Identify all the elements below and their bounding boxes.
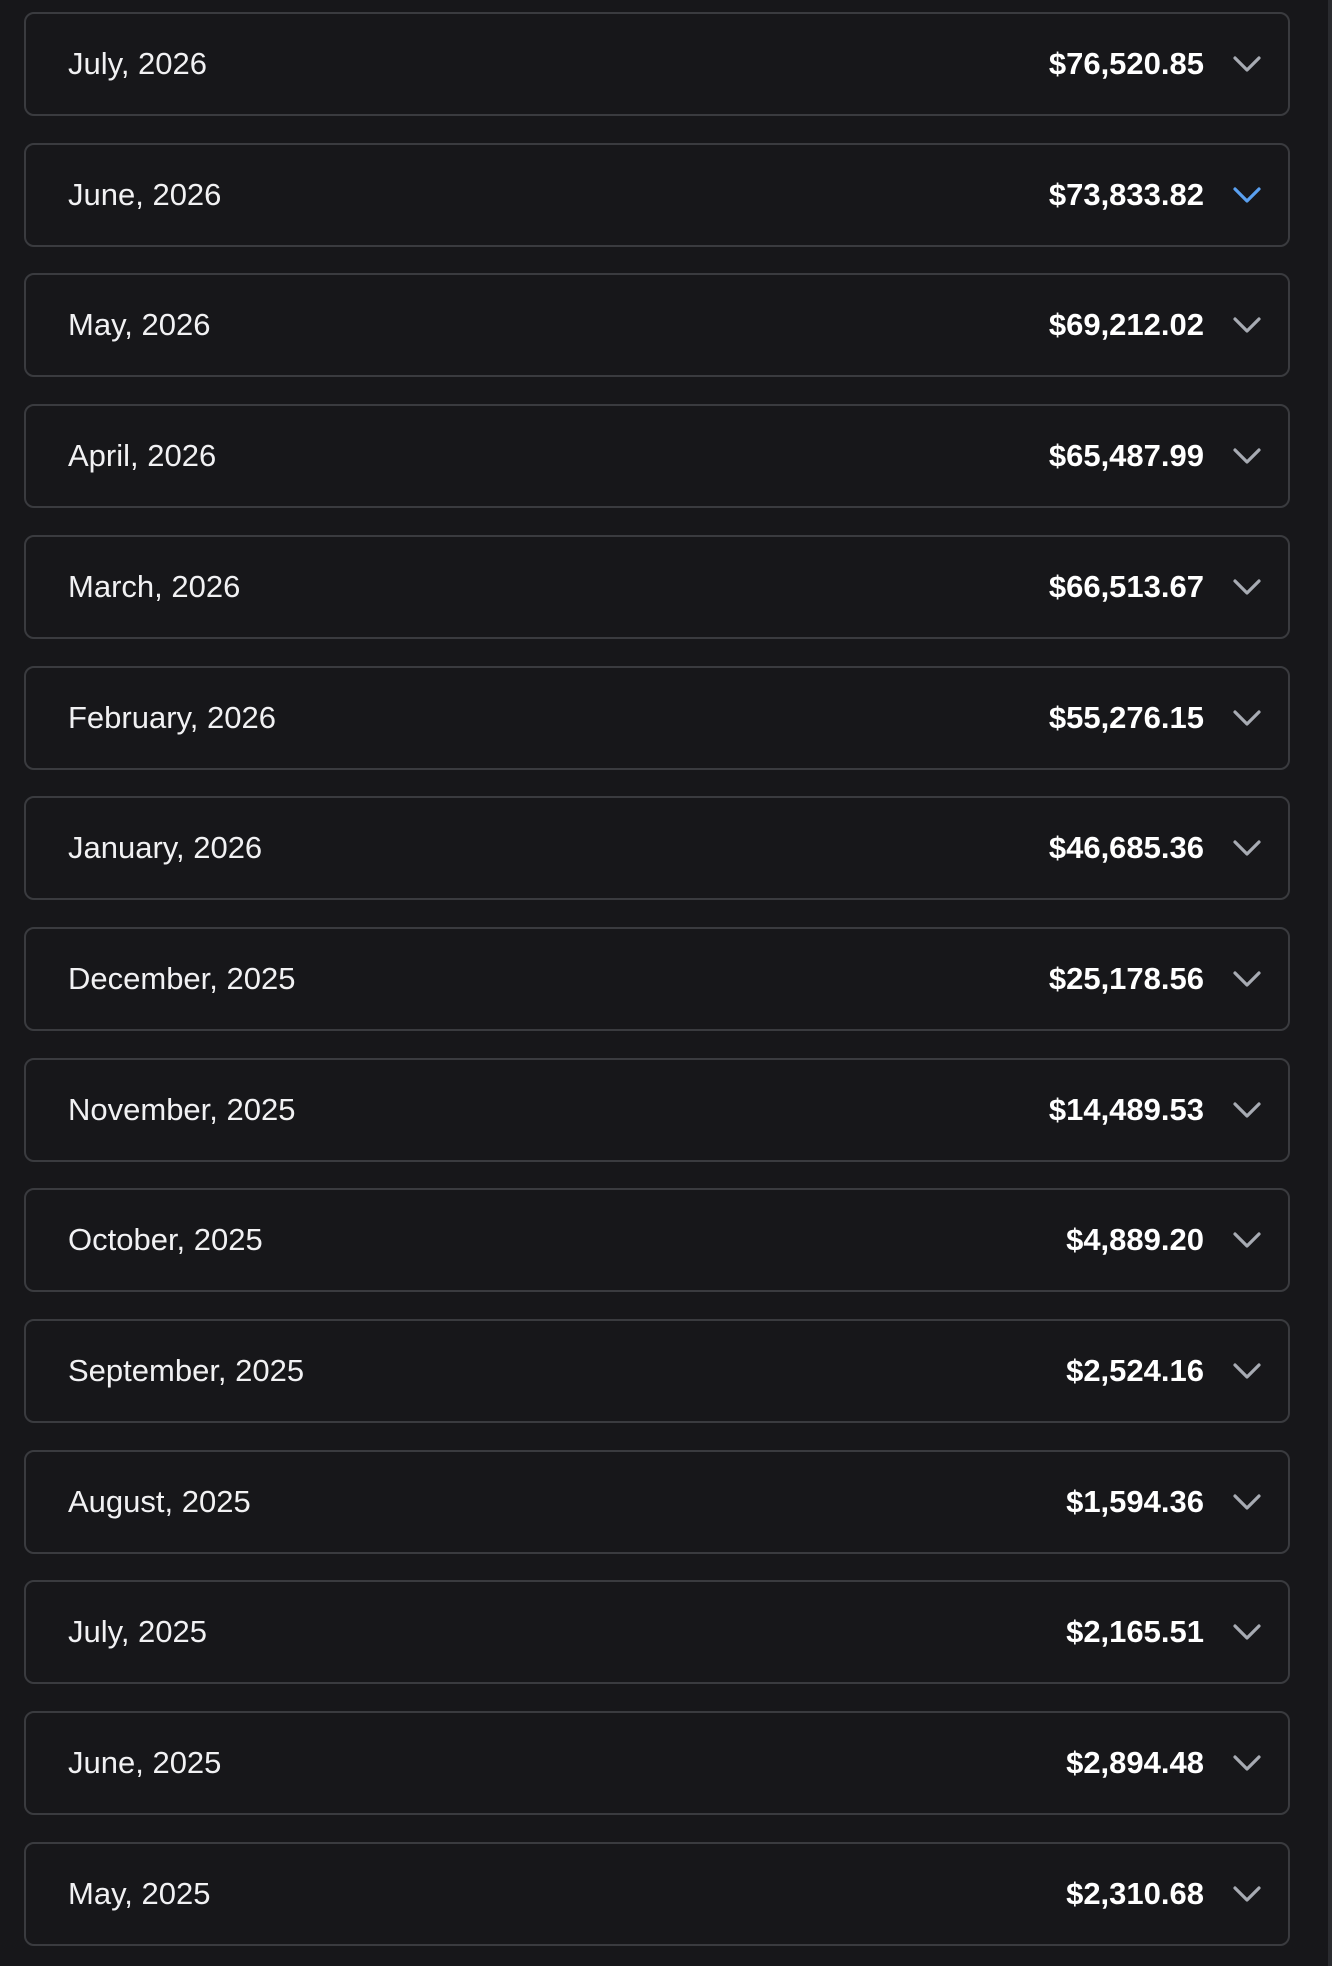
chevron-down-icon[interactable]: [1230, 701, 1264, 735]
month-amount: $2,165.51: [1066, 1614, 1204, 1649]
month-amount: $25,178.56: [1048, 961, 1204, 996]
chevron-down-icon[interactable]: [1230, 47, 1264, 81]
month-row-june-2026[interactable]: June, 2026 $73,833.82: [24, 143, 1290, 247]
month-amount: $65,487.99: [1048, 438, 1204, 473]
month-row-november-2025[interactable]: November, 2025 $14,489.53: [24, 1058, 1290, 1162]
chevron-down-icon[interactable]: [1230, 962, 1264, 996]
month-label: February, 2026: [68, 700, 276, 735]
month-amount: $1,594.36: [1066, 1484, 1204, 1519]
chevron-down-icon[interactable]: [1230, 439, 1264, 473]
month-row-august-2025[interactable]: August, 2025 $1,594.36: [24, 1450, 1290, 1554]
month-amount: $14,489.53: [1048, 1092, 1204, 1127]
month-amount: $76,520.85: [1048, 46, 1204, 81]
month-amount: $2,310.68: [1066, 1876, 1204, 1911]
chevron-down-icon[interactable]: [1230, 1485, 1264, 1519]
month-amount: $2,524.16: [1066, 1353, 1204, 1388]
month-label: July, 2026: [68, 46, 208, 81]
month-amount: $55,276.15: [1048, 700, 1204, 735]
month-row-april-2026[interactable]: April, 2026 $65,487.99: [24, 404, 1290, 508]
month-row-july-2025[interactable]: July, 2025 $2,165.51: [24, 1580, 1290, 1684]
chevron-down-icon[interactable]: [1230, 1223, 1264, 1257]
month-label: December, 2025: [68, 961, 296, 996]
month-row-february-2026[interactable]: February, 2026 $55,276.15: [24, 666, 1290, 770]
month-label: October, 2025: [68, 1222, 263, 1257]
chevron-down-icon[interactable]: [1230, 831, 1264, 865]
chevron-down-icon[interactable]: [1230, 570, 1264, 604]
month-label: June, 2025: [68, 1745, 222, 1780]
month-row-may-2025[interactable]: May, 2025 $2,310.68: [24, 1842, 1290, 1946]
month-amount: $66,513.67: [1048, 569, 1204, 604]
month-row-march-2026[interactable]: March, 2026 $66,513.67: [24, 535, 1290, 639]
chevron-down-icon[interactable]: [1230, 1093, 1264, 1127]
month-label: April, 2026: [68, 438, 217, 473]
month-label: August, 2025: [68, 1484, 251, 1519]
month-label: November, 2025: [68, 1092, 296, 1127]
month-label: January, 2026: [68, 830, 263, 865]
chevron-down-icon[interactable]: [1230, 1354, 1264, 1388]
month-label: June, 2026: [68, 177, 222, 212]
chevron-down-icon[interactable]: [1230, 1877, 1264, 1911]
month-row-december-2025[interactable]: December, 2025 $25,178.56: [24, 927, 1290, 1031]
chevron-down-icon[interactable]: [1230, 1746, 1264, 1780]
month-label: September, 2025: [68, 1353, 305, 1388]
month-amount: $73,833.82: [1048, 177, 1204, 212]
month-row-june-2025[interactable]: June, 2025 $2,894.48: [24, 1711, 1290, 1815]
chevron-down-icon[interactable]: [1230, 178, 1264, 212]
month-amount: $2,894.48: [1066, 1745, 1204, 1780]
month-row-july-2026[interactable]: July, 2026 $76,520.85: [24, 12, 1290, 116]
month-amount: $4,889.20: [1066, 1222, 1204, 1257]
chevron-down-icon[interactable]: [1230, 308, 1264, 342]
month-label: May, 2026: [68, 307, 211, 342]
month-row-october-2025[interactable]: October, 2025 $4,889.20: [24, 1188, 1290, 1292]
month-label: July, 2025: [68, 1614, 208, 1649]
month-row-may-2026[interactable]: May, 2026 $69,212.02: [24, 273, 1290, 377]
month-row-january-2026[interactable]: January, 2026 $46,685.36: [24, 796, 1290, 900]
scrollbar-track[interactable]: [1328, 0, 1332, 1966]
month-label: May, 2025: [68, 1876, 211, 1911]
month-label: March, 2026: [68, 569, 241, 604]
chevron-down-icon[interactable]: [1230, 1615, 1264, 1649]
monthly-totals-list: July, 2026 $76,520.85 June, 2026 $73,833…: [0, 0, 1332, 1966]
month-amount: $69,212.02: [1048, 307, 1204, 342]
month-row-september-2025[interactable]: September, 2025 $2,524.16: [24, 1319, 1290, 1423]
month-amount: $46,685.36: [1048, 830, 1204, 865]
